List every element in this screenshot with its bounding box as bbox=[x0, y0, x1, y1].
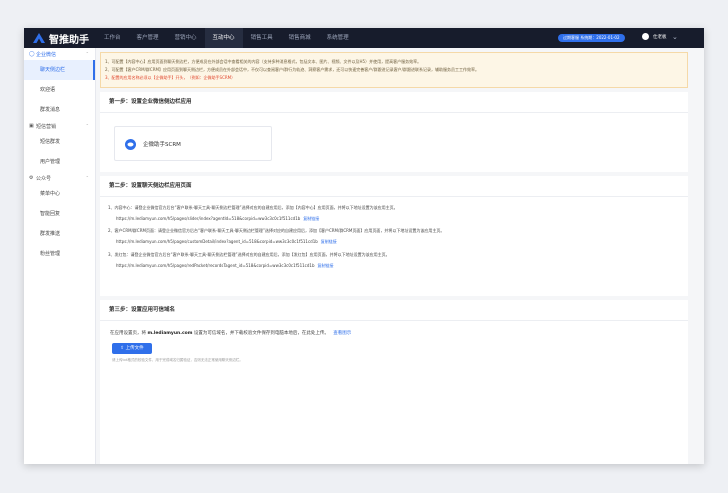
logo-text: 智推助手 bbox=[49, 34, 89, 46]
notice-line: 1、可配置【内容中心】应用页面到聊天侧边栏，方便成员在外部会话中查看相关的内容（… bbox=[105, 59, 422, 64]
chevron-down-icon[interactable]: ⌄ bbox=[672, 31, 682, 43]
step2-item: 2、客户CRM/群CRM页面：请登企业微信官方后台“客户联系-聊天工具-聊天侧边… bbox=[108, 228, 444, 245]
copy-link[interactable]: 复制链接 bbox=[303, 216, 319, 221]
sidebar-item-welcome[interactable]: 欢迎语 bbox=[24, 80, 95, 100]
gear-icon: ⚙ bbox=[29, 175, 34, 181]
step3-title: 第三步：设置应用可信域名 bbox=[100, 300, 688, 321]
chevron-up-icon: ⌃ bbox=[85, 51, 89, 56]
avatar bbox=[642, 33, 649, 40]
app-logo-icon bbox=[125, 139, 136, 150]
sidebar-group-wecom[interactable]: ◯ 企业微信 ⌃ bbox=[24, 48, 95, 60]
copy-link[interactable]: 复制链接 bbox=[318, 263, 334, 268]
upload-tip: 请上传txt格式的校验文件，用于完成域名归属验证，否则无法正常使用聊天侧边栏。 bbox=[112, 358, 243, 362]
expire-badge[interactable]: 过期客服 系统期：2022-01-02 bbox=[558, 34, 625, 42]
menu-item-system[interactable]: 系统管理 bbox=[319, 28, 357, 48]
copy-link[interactable]: 复制链接 bbox=[321, 239, 337, 244]
step-url: https://m.lediamyun.com/h5/pages/slider/… bbox=[116, 216, 301, 221]
sidebar-group-sms[interactable]: ▣ 短信营销 ⌃ bbox=[24, 120, 95, 132]
app-card[interactable]: 企微助手SCRM bbox=[114, 126, 272, 161]
message-icon: ▣ bbox=[29, 123, 34, 129]
step3-description: 在应用设置页，将 m.lediamyun.com 设置为可信域名，并下载校验文件… bbox=[110, 330, 351, 336]
step1-title: 第一步：设置企业微信侧边栏应用 bbox=[100, 92, 688, 113]
main-content: 1、可配置【内容中心】应用页面到聊天侧边栏，方便成员在外部会话中查看相关的内容（… bbox=[100, 52, 688, 464]
step1-card: 第一步：设置企业微信侧边栏应用 企微助手SCRM bbox=[100, 92, 688, 172]
logo[interactable]: 智推助手 bbox=[24, 31, 96, 46]
step2-item: 3、发红包：请登企业微信官方后台“客户联系-聊天工具-聊天侧边栏管理”选择对应的… bbox=[108, 252, 390, 269]
user-menu[interactable]: 仕老板 bbox=[642, 33, 667, 40]
app-name: 企微助手SCRM bbox=[143, 142, 181, 148]
app-window: 智推助手 工作台 客户管理 营销中心 互动中心 销售工具 销售商城 系统管理 过… bbox=[24, 28, 704, 464]
sidebar-item-menu-center[interactable]: 菜单中心 bbox=[24, 184, 95, 204]
sidebar-group-official-account[interactable]: ⚙ 公众号 ⌃ bbox=[24, 172, 95, 184]
step-text: 3、发红包：请登企业微信官方后台“客户联系-聊天工具-聊天侧边栏管理”选择对应的… bbox=[108, 252, 390, 257]
desc-text: 在应用设置页，将 bbox=[110, 331, 146, 336]
menu-item-interaction[interactable]: 互动中心 bbox=[204, 28, 243, 48]
upload-label: 上传文件 bbox=[125, 346, 144, 351]
sidebar-item-chat-sidebar[interactable]: 聊天侧边栏 bbox=[24, 60, 95, 80]
main-menu: 工作台 客户管理 营销中心 互动中心 销售工具 销售商城 系统管理 bbox=[96, 28, 357, 48]
menu-item-workbench[interactable]: 工作台 bbox=[96, 28, 129, 48]
sidebar-group-label: 企业微信 bbox=[36, 51, 57, 58]
step-url: https://m.lediamyun.com/h5/pages/customD… bbox=[116, 239, 318, 244]
step2-item: 1、内容中心：请登企业微信官方后台“客户联系-聊天工具-聊天侧边栏管理”选择对应… bbox=[108, 205, 398, 222]
domain-text: m.lediamyun.com bbox=[147, 331, 193, 336]
user-name: 仕老板 bbox=[653, 34, 667, 40]
chat-icon: ◯ bbox=[29, 51, 35, 57]
sidebar: ◯ 企业微信 ⌃ 聊天侧边栏 欢迎语 群发消息 ▣ 短信营销 ⌃ 短信群发 用户… bbox=[24, 48, 96, 464]
upload-button[interactable]: ⇧ 上传文件 bbox=[112, 343, 152, 354]
chevron-up-icon: ⌃ bbox=[85, 123, 89, 128]
upload-icon: ⇧ bbox=[120, 346, 125, 351]
logo-icon bbox=[33, 33, 45, 43]
notice-banner: 1、可配置【内容中心】应用页面到聊天侧边栏，方便成员在外部会话中查看相关的内容（… bbox=[100, 52, 688, 88]
step-text: 2、客户CRM/群CRM页面：请登企业微信官方后台“客户联系-聊天工具-聊天侧边… bbox=[108, 228, 445, 233]
menu-item-marketing[interactable]: 营销中心 bbox=[167, 28, 205, 48]
step3-card: 第三步：设置应用可信域名 在应用设置页，将 m.lediamyun.com 设置… bbox=[100, 300, 688, 464]
menu-item-customers[interactable]: 客户管理 bbox=[129, 28, 167, 48]
notice-line: 2、可配置【客户CRM/群CRM】应用页面到聊天侧边栏，方便成员在外部会话中，不… bbox=[105, 67, 479, 72]
step2-title: 第二步：设置聊天侧边栏应用页面 bbox=[100, 176, 688, 197]
sidebar-group-label: 短信营销 bbox=[36, 123, 57, 130]
menu-item-mall[interactable]: 销售商城 bbox=[281, 28, 319, 48]
step-url: https://m.lediamyun.com/h5/pages/redPack… bbox=[116, 263, 315, 268]
sidebar-item-user-management[interactable]: 用户管理 bbox=[24, 152, 95, 172]
sidebar-group-label: 公众号 bbox=[36, 175, 52, 182]
notice-warning-line: 3、配置的应用名称必须以【企微助手】开头，（例如：企微助手SCRM） bbox=[105, 75, 236, 80]
sidebar-item-group-message[interactable]: 群发消息 bbox=[24, 100, 95, 120]
desc-text: 设置为可信域名，并下载校验文件保存到电脑本地后，在此处上传。 bbox=[193, 331, 329, 336]
sidebar-item-sms-broadcast[interactable]: 短信群发 bbox=[24, 132, 95, 152]
menu-item-sales-tools[interactable]: 销售工具 bbox=[243, 28, 281, 48]
top-nav: 智推助手 工作台 客户管理 营销中心 互动中心 销售工具 销售商城 系统管理 过… bbox=[24, 28, 704, 48]
sidebar-item-auto-reply[interactable]: 智能回复 bbox=[24, 204, 95, 224]
step-text: 1、内容中心：请登企业微信官方后台“客户联系-聊天工具-聊天侧边栏管理”选择对应… bbox=[108, 205, 398, 210]
sidebar-item-push[interactable]: 群发推送 bbox=[24, 224, 95, 244]
view-example-link[interactable]: 查看图示 bbox=[333, 331, 351, 336]
chevron-up-icon: ⌃ bbox=[85, 175, 89, 180]
sidebar-item-fans[interactable]: 粉丝管理 bbox=[24, 244, 95, 264]
step2-card: 第二步：设置聊天侧边栏应用页面 1、内容中心：请登企业微信官方后台“客户联系-聊… bbox=[100, 176, 688, 296]
